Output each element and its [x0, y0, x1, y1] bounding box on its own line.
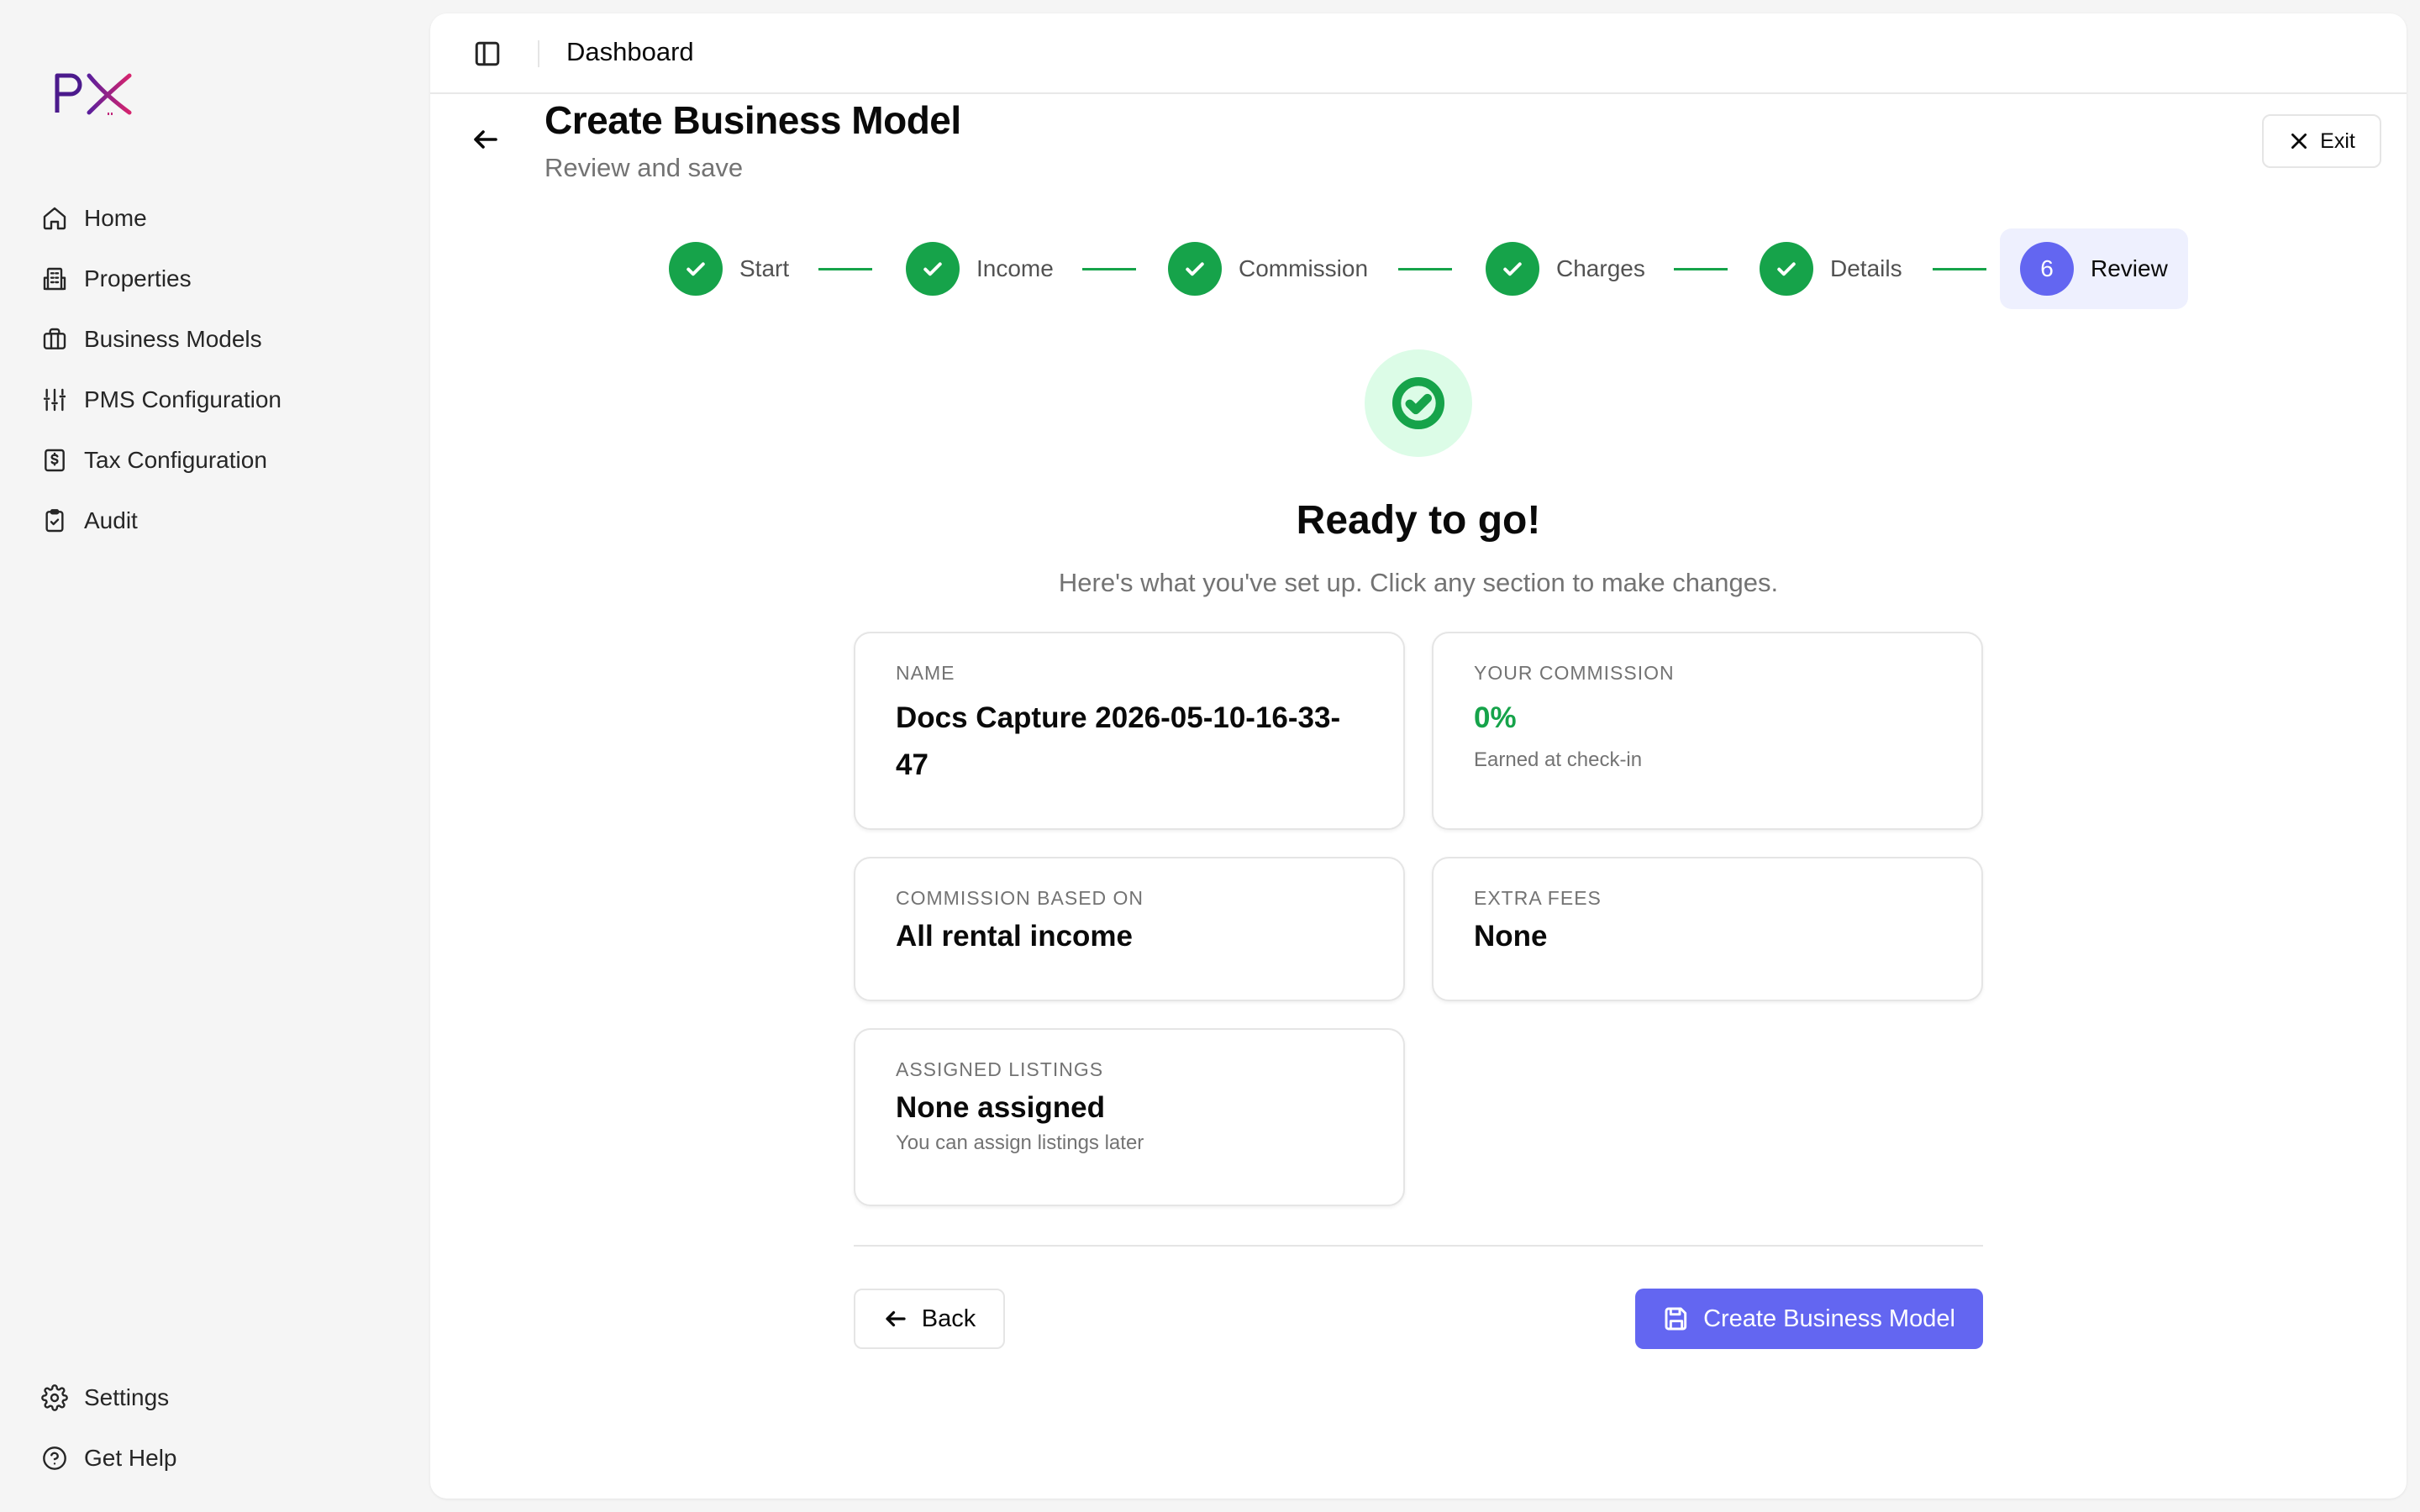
summary-subtitle: Here's what you've set up. Click any sec… — [1058, 568, 1779, 597]
sidebar-item-label: Tax Configuration — [84, 447, 267, 473]
sidebar-item-label: PMS Configuration — [84, 386, 282, 412]
step-connector — [1933, 268, 1986, 270]
step-label: Income — [976, 255, 1054, 281]
card-value: None assigned — [896, 1091, 1105, 1124]
sidebar-item-settings[interactable]: Settings — [37, 1371, 407, 1425]
px-logo[interactable] — [52, 69, 136, 119]
step-connector — [1674, 268, 1728, 270]
sidebar-item-business-models[interactable]: Business Models — [37, 312, 407, 366]
card-extra-fees[interactable]: EXTRA FEES None — [1432, 857, 1983, 1001]
step-income[interactable]: Income — [906, 228, 1054, 309]
back-button[interactable]: Back — [854, 1289, 1005, 1349]
help-circle-icon — [40, 1444, 69, 1473]
sidebar-item-label: Audit — [84, 507, 138, 533]
card-name[interactable]: NAME Docs Capture 2026-05-10-16-33-47 — [854, 632, 1405, 830]
breadcrumb: Dashboard — [566, 37, 694, 66]
top-bar: Dashboard — [430, 13, 2407, 94]
step-charges[interactable]: Charges — [1486, 228, 1645, 309]
back-arrow-icon[interactable] — [471, 124, 504, 158]
step-details[interactable]: Details — [1760, 228, 1902, 309]
sidebar-item-get-help[interactable]: Get Help — [37, 1431, 407, 1485]
step-connector — [1398, 268, 1452, 270]
sidebar-item-label: Home — [84, 205, 147, 231]
sidebar-item-label: Settings — [84, 1384, 170, 1410]
check-icon — [1168, 242, 1222, 296]
check-circle-icon — [1392, 377, 1444, 429]
step-review[interactable]: 6 Review — [2000, 228, 2188, 309]
card-label: EXTRA FEES — [1474, 887, 1602, 909]
card-commission[interactable]: YOUR COMMISSION 0% Earned at check-in — [1432, 632, 1983, 830]
page-title: Create Business Model — [544, 98, 961, 142]
summary-title: Ready to go! — [1296, 498, 1541, 543]
card-note: Earned at check-in — [1474, 748, 1643, 771]
check-icon — [1486, 242, 1539, 296]
exit-button[interactable]: Exit — [2262, 114, 2381, 168]
card-value: Docs Capture 2026-05-10-16-33-47 — [896, 701, 1341, 781]
receipt-icon — [40, 446, 69, 475]
card-label: COMMISSION BASED ON — [896, 887, 1144, 909]
footer-divider — [854, 1245, 1983, 1247]
sidebar-item-pms-configuration[interactable]: PMS Configuration — [37, 373, 407, 427]
page-subtitle: Review and save — [544, 153, 744, 182]
step-connector — [818, 268, 872, 270]
exit-label: Exit — [2320, 129, 2355, 153]
home-icon — [40, 204, 69, 233]
check-icon — [906, 242, 960, 296]
sidebar-toggle-icon[interactable] — [472, 39, 502, 69]
sliders-icon — [40, 386, 69, 414]
card-commission-based-on[interactable]: COMMISSION BASED ON All rental income — [854, 857, 1405, 1001]
briefcase-icon — [40, 325, 69, 354]
sidebar-item-label: Get Help — [84, 1445, 177, 1471]
topbar-divider — [538, 40, 539, 67]
step-label: Review — [2091, 255, 2168, 281]
arrow-left-icon — [886, 1310, 906, 1327]
step-commission[interactable]: Commission — [1168, 228, 1368, 309]
clipboard-check-icon — [40, 507, 69, 535]
back-label: Back — [921, 1305, 976, 1332]
card-note: You can assign listings later — [896, 1131, 1144, 1154]
card-value: All rental income — [896, 920, 1134, 953]
card-label: YOUR COMMISSION — [1474, 662, 1675, 684]
step-number: 6 — [2020, 242, 2074, 296]
main-panel: Dashboard Create Business Model Review a… — [430, 13, 2407, 1499]
close-icon — [2291, 134, 2307, 149]
stepper: Start Income Commission Charges Details … — [430, 228, 2407, 312]
save-icon — [1665, 1307, 1687, 1331]
sidebar-footer: Settings Get Help — [37, 1371, 407, 1492]
step-connector — [1082, 268, 1136, 270]
step-label: Charges — [1556, 255, 1645, 281]
create-label: Create Business Model — [1703, 1305, 1955, 1332]
check-icon — [669, 242, 723, 296]
sidebar-item-properties[interactable]: Properties — [37, 252, 407, 306]
step-label: Start — [739, 255, 790, 281]
card-label: ASSIGNED LISTINGS — [896, 1058, 1104, 1080]
sidebar-item-tax-configuration[interactable]: Tax Configuration — [37, 433, 407, 487]
card-value: None — [1474, 920, 1548, 953]
step-start[interactable]: Start — [669, 228, 789, 309]
sidebar-item-audit[interactable]: Audit — [37, 494, 407, 548]
step-label: Details — [1830, 255, 1902, 281]
building-icon — [40, 265, 69, 293]
step-label: Commission — [1239, 255, 1369, 281]
sidebar-nav: Home Properties Business Models PMS Conf… — [37, 192, 407, 554]
sidebar-item-home[interactable]: Home — [37, 192, 407, 245]
card-label: NAME — [896, 662, 955, 684]
sidebar: Home Properties Business Models PMS Conf… — [0, 0, 430, 1512]
sidebar-item-label: Properties — [84, 265, 192, 291]
check-icon — [1760, 242, 1813, 296]
gear-icon — [40, 1383, 69, 1412]
card-assigned-listings[interactable]: ASSIGNED LISTINGS None assigned You can … — [854, 1028, 1405, 1206]
card-value: 0% — [1474, 701, 1517, 734]
sidebar-item-label: Business Models — [84, 326, 262, 352]
success-badge — [1365, 349, 1472, 457]
create-business-model-button[interactable]: Create Business Model — [1635, 1289, 1983, 1349]
